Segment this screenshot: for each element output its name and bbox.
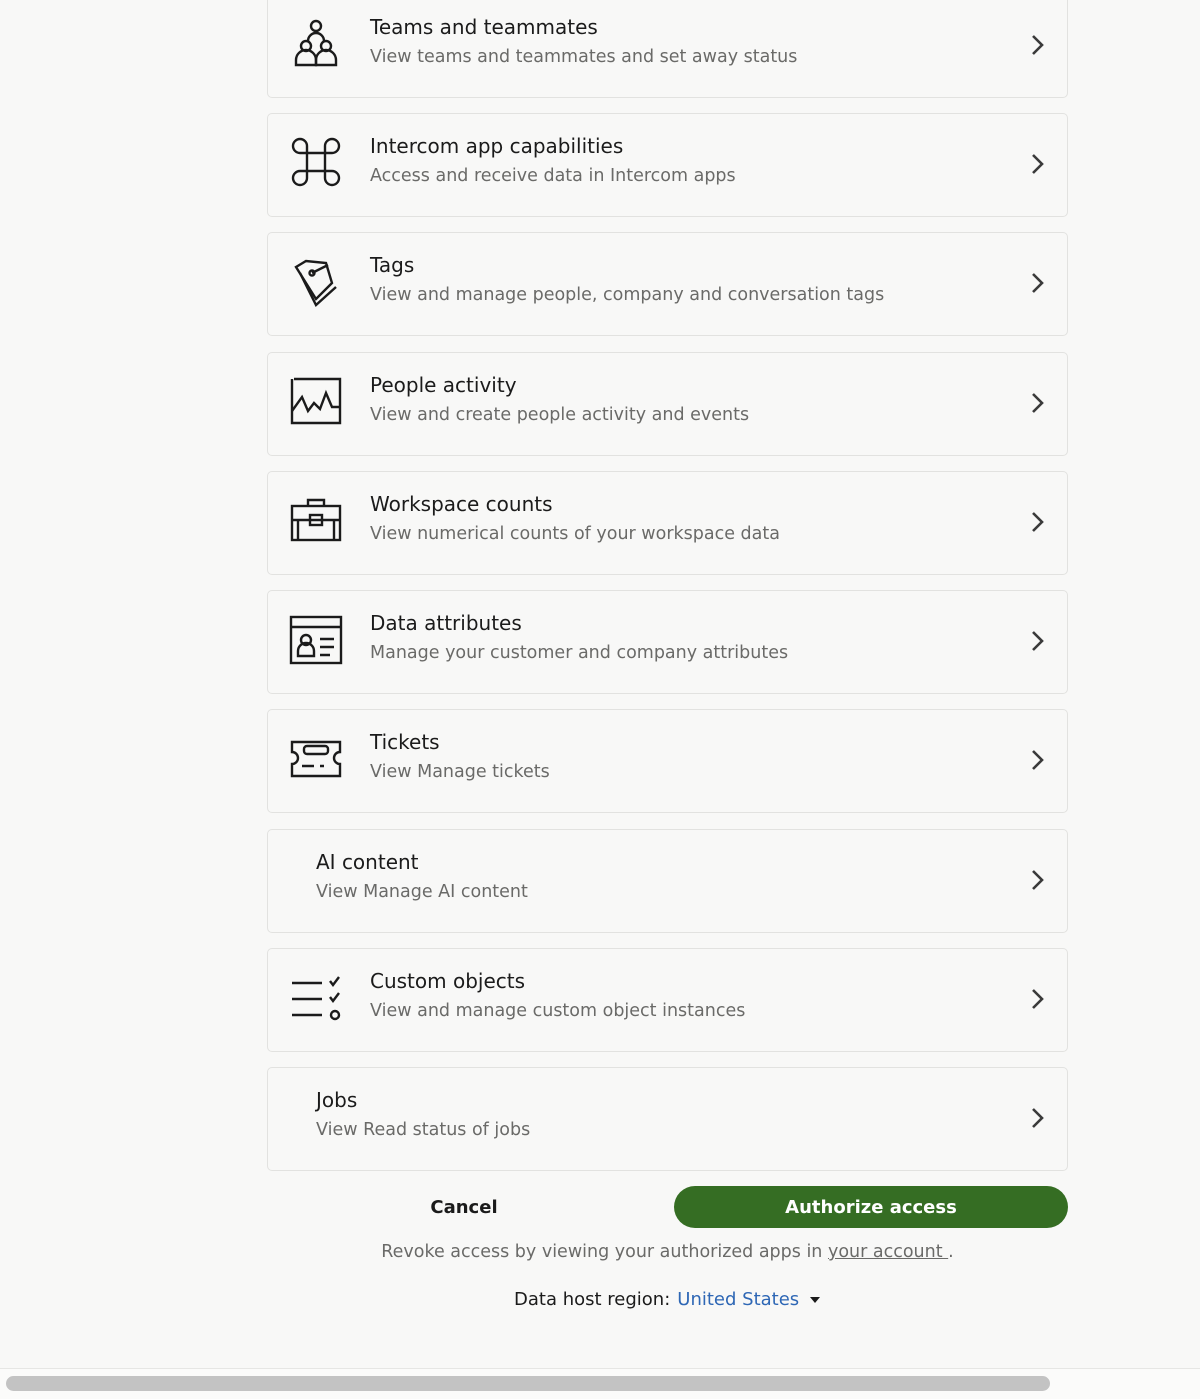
- region-label: Data host region:: [514, 1289, 671, 1310]
- permission-title: Workspace counts: [370, 492, 553, 516]
- permission-item-tickets[interactable]: Tickets View Manage tickets: [267, 709, 1068, 813]
- permission-description: View teams and teammates and set away st…: [370, 47, 798, 67]
- permission-item-custom-objects[interactable]: Custom objects View and manage custom ob…: [267, 948, 1068, 1052]
- tag-icon: [288, 253, 344, 309]
- permission-title: Tags: [370, 253, 415, 277]
- permission-description: View and create people activity and even…: [370, 405, 750, 425]
- revoke-text: Revoke access by viewing your authorized…: [381, 1242, 828, 1262]
- horizontal-scrollbar-thumb[interactable]: [6, 1376, 1050, 1391]
- chevron-right-icon: [1032, 393, 1044, 413]
- permission-description: View Manage AI content: [316, 882, 528, 902]
- permission-item-people-activity[interactable]: People activity View and create people a…: [267, 352, 1068, 456]
- chevron-right-icon: [1032, 631, 1044, 651]
- chevron-right-icon: [1032, 870, 1044, 890]
- permission-description: View Manage tickets: [370, 762, 550, 782]
- chevron-right-icon: [1032, 154, 1044, 174]
- permission-description: Manage your customer and company attribu…: [370, 643, 789, 663]
- data-host-region: Data host region: United States: [514, 1289, 821, 1310]
- permission-item-teams[interactable]: Teams and teammates View teams and teamm…: [267, 0, 1068, 98]
- revoke-end: .: [948, 1242, 954, 1262]
- people-group-icon: [288, 15, 344, 71]
- permission-title: Intercom app capabilities: [370, 134, 624, 158]
- permission-title: Jobs: [316, 1088, 358, 1112]
- permission-item-tags[interactable]: Tags View and manage people, company and…: [267, 232, 1068, 336]
- permission-description: View numerical counts of your workspace …: [370, 524, 780, 544]
- permission-item-data-attributes[interactable]: Data attributes Manage your customer and…: [267, 590, 1068, 694]
- chevron-right-icon: [1032, 273, 1044, 293]
- permission-title: AI content: [316, 850, 419, 874]
- ticket-icon: [288, 730, 344, 786]
- your-account-link[interactable]: your account: [828, 1242, 948, 1262]
- permission-description: View and manage people, company and conv…: [370, 285, 885, 305]
- permission-description: View Read status of jobs: [316, 1120, 531, 1140]
- permission-item-ai-content[interactable]: AI content View Manage AI content: [267, 829, 1068, 933]
- permission-title: Custom objects: [370, 969, 526, 993]
- chevron-right-icon: [1032, 512, 1044, 532]
- caret-down-icon[interactable]: [809, 1296, 821, 1304]
- permission-title: People activity: [370, 373, 517, 397]
- checklist-icon: [288, 969, 344, 1025]
- permission-title: Tickets: [370, 730, 440, 754]
- permission-title: Teams and teammates: [370, 15, 598, 39]
- command-key-icon: [288, 134, 344, 190]
- cancel-button[interactable]: Cancel: [380, 1186, 548, 1228]
- activity-chart-icon: [288, 373, 344, 429]
- chevron-right-icon: [1032, 989, 1044, 1009]
- permission-description: Access and receive data in Intercom apps: [370, 166, 736, 186]
- region-selector[interactable]: United States: [677, 1289, 799, 1310]
- permission-title: Data attributes: [370, 611, 522, 635]
- authorize-access-button[interactable]: Authorize access: [674, 1186, 1068, 1228]
- revoke-access-note: Revoke access by viewing your authorized…: [0, 1242, 1200, 1262]
- chevron-right-icon: [1032, 1108, 1044, 1128]
- chevron-right-icon: [1032, 750, 1044, 770]
- permission-item-app-capabilities[interactable]: Intercom app capabilities Access and rec…: [267, 113, 1068, 217]
- contact-card-icon: [288, 611, 344, 667]
- permission-item-jobs[interactable]: Jobs View Read status of jobs: [267, 1067, 1068, 1171]
- permission-item-workspace-counts[interactable]: Workspace counts View numerical counts o…: [267, 471, 1068, 575]
- permission-description: View and manage custom object instances: [370, 1001, 746, 1021]
- briefcase-icon: [288, 492, 344, 548]
- chevron-right-icon: [1032, 35, 1044, 55]
